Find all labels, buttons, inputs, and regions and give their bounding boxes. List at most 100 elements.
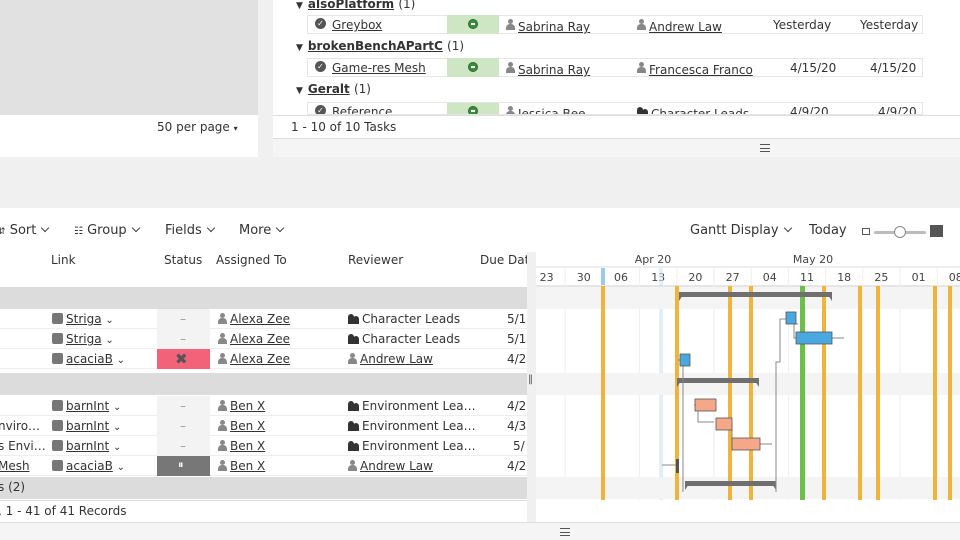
task-reviewer-link[interactable]: Character Leads bbox=[651, 107, 749, 114]
table-row[interactable]: nviro… barnInt ⌄ – Ben X Environment Lea… bbox=[0, 416, 527, 436]
group-button[interactable]: ☷ Group bbox=[74, 223, 140, 238]
milestone-line bbox=[933, 286, 937, 500]
status-cell[interactable]: – bbox=[157, 416, 210, 436]
table-row[interactable]: Striga ⌄ – Alexa Zee Character Leads 5/1 bbox=[0, 309, 527, 329]
per-page-select[interactable]: 50 per page ▾ bbox=[157, 120, 238, 134]
column-header-reviewer[interactable]: Reviewer bbox=[348, 253, 403, 267]
column-header-assigned[interactable]: Assigned To bbox=[216, 253, 287, 267]
zoom-out-icon[interactable] bbox=[862, 228, 870, 235]
status-cell[interactable]: – bbox=[157, 436, 210, 456]
group-icon bbox=[637, 106, 649, 114]
asset-icon bbox=[52, 440, 63, 451]
assigned-cell[interactable]: Ben X bbox=[230, 439, 265, 453]
person-icon bbox=[348, 353, 357, 364]
gantt-display-button[interactable]: Gantt Display bbox=[690, 223, 792, 238]
task-check-icon: ✓ bbox=[315, 105, 326, 114]
zoom-in-icon[interactable] bbox=[930, 225, 943, 237]
reviewer-cell[interactable]: Character Leads bbox=[362, 312, 460, 326]
day-label: 25 bbox=[874, 271, 888, 284]
grid-gantt-splitter[interactable]: ‖ bbox=[527, 252, 536, 500]
summary-bar bbox=[677, 378, 759, 383]
assigned-cell[interactable]: Alexa Zee bbox=[230, 352, 290, 366]
table-row[interactable]: Striga ⌄ – Alexa Zee Character Leads 5/1 bbox=[0, 329, 527, 349]
link-cell[interactable]: acaciaB bbox=[66, 459, 113, 473]
task-row[interactable]: ✓ Game-res Mesh Sabrina Ray Francesca Fr… bbox=[307, 58, 923, 77]
task-reviewer-link[interactable]: Andrew Law bbox=[649, 20, 722, 34]
column-header-status[interactable]: Status bbox=[164, 253, 202, 267]
sort-button[interactable]: ⇵ Sort bbox=[0, 223, 50, 238]
group-row[interactable] bbox=[0, 373, 527, 395]
assigned-cell[interactable]: Alexa Zee bbox=[230, 332, 290, 346]
reviewer-cell[interactable]: Character Leads bbox=[362, 332, 460, 346]
column-header-link[interactable]: Link bbox=[51, 253, 76, 267]
group-name[interactable]: brokenBenchAPartC bbox=[308, 39, 443, 53]
drag-handle-icon[interactable] bbox=[560, 528, 570, 536]
reviewer-cell[interactable]: Environment Lea… bbox=[362, 439, 476, 453]
task-status-cell[interactable] bbox=[447, 58, 499, 77]
link-cell[interactable]: barnInt bbox=[66, 439, 109, 453]
task-assigned-link[interactable]: Sabrina Ray bbox=[518, 20, 590, 34]
task-row[interactable]: ✓ Reference Jessica Bee Character Leads … bbox=[307, 102, 923, 115]
status-cell[interactable]: – bbox=[157, 396, 210, 416]
task-assigned-link[interactable]: Sabrina Ray bbox=[518, 63, 590, 77]
fields-button[interactable]: Fields bbox=[165, 223, 216, 238]
task-name-link[interactable]: Greybox bbox=[332, 18, 382, 32]
reviewer-cell[interactable]: Environment Lea… bbox=[362, 419, 476, 433]
task-row[interactable]: ✓ Greybox Sabrina Ray Andrew Law Yesterd… bbox=[307, 15, 923, 34]
reviewer-cell[interactable]: Andrew Law bbox=[360, 352, 433, 366]
assigned-cell[interactable]: Ben X bbox=[230, 459, 265, 473]
asset-icon bbox=[52, 420, 63, 431]
panel-resize-bar[interactable] bbox=[273, 138, 960, 157]
name-cell[interactable]: s Envi… bbox=[0, 439, 46, 453]
column-header-due-date[interactable]: Due Dat bbox=[480, 253, 529, 267]
task-start-date: 4/15/20 bbox=[790, 61, 837, 75]
link-cell[interactable]: barnInt bbox=[66, 419, 109, 433]
assigned-cell[interactable]: Ben X bbox=[230, 419, 265, 433]
table-row[interactable]: Mesh acaciaB ⌄ ⏸ Ben X Andrew Law 4/2 bbox=[0, 456, 527, 476]
status-cell[interactable]: – bbox=[157, 309, 210, 329]
name-cell[interactable]: nviro… bbox=[0, 419, 40, 433]
table-row[interactable]: s Envi… barnInt ⌄ – Ben X Environment Le… bbox=[0, 436, 527, 456]
task-status-cell[interactable] bbox=[447, 103, 499, 114]
task-bar bbox=[694, 398, 717, 412]
gantt-footer bbox=[536, 500, 960, 522]
assigned-cell[interactable]: Alexa Zee bbox=[230, 312, 290, 326]
link-cell[interactable]: barnInt bbox=[66, 399, 109, 413]
table-row[interactable]: barnInt ⌄ – Ben X Environment Lea… 4/2 bbox=[0, 396, 527, 416]
task-status-cell[interactable] bbox=[447, 15, 499, 34]
drag-handle-icon[interactable] bbox=[760, 144, 770, 152]
more-button[interactable]: More bbox=[239, 223, 285, 238]
name-cell[interactable]: Mesh bbox=[0, 459, 30, 473]
link-cell[interactable]: Striga bbox=[66, 312, 102, 326]
group-name[interactable]: Geralt bbox=[308, 82, 350, 96]
reviewer-cell[interactable]: Environment Lea… bbox=[362, 399, 476, 413]
omit-icon: ✖ bbox=[175, 350, 188, 368]
gantt-group-row bbox=[536, 287, 960, 309]
status-cell[interactable]: – bbox=[157, 329, 210, 349]
day-label: 13 bbox=[651, 271, 665, 284]
group-row[interactable] bbox=[0, 287, 527, 309]
assigned-cell[interactable]: Ben X bbox=[230, 399, 265, 413]
task-name-link[interactable]: Game-res Mesh bbox=[332, 61, 426, 75]
table-row[interactable]: acaciaB ⌄ ✖ Alexa Zee Andrew Law 4/2 bbox=[0, 349, 527, 369]
link-cell[interactable]: acaciaB bbox=[66, 352, 113, 366]
reviewer-cell[interactable]: Andrew Law bbox=[360, 459, 433, 473]
gantt-canvas[interactable]: Apr 20 May 20 23 30 06 13 20 27 04 11 18 25 01 08 bbox=[536, 252, 960, 500]
task-group-header[interactable]: ▼ Geralt (1) bbox=[296, 82, 371, 96]
status-cell-omit[interactable]: ✖ bbox=[157, 349, 210, 369]
group-name[interactable]: alsoPlatform bbox=[308, 0, 394, 11]
task-reviewer-link[interactable]: Francesca Franco bbox=[649, 63, 753, 77]
zoom-slider-handle[interactable] bbox=[894, 226, 906, 238]
group-row[interactable]: s (2) bbox=[0, 477, 527, 499]
panel-resize-bar[interactable] bbox=[0, 522, 960, 540]
task-group-header[interactable]: ▼ alsoPlatform (1) bbox=[296, 0, 415, 11]
group-count: (1) bbox=[398, 0, 416, 11]
task-assigned-link[interactable]: Jessica Bee bbox=[518, 107, 586, 114]
link-cell[interactable]: Striga bbox=[66, 332, 102, 346]
status-cell-hold[interactable]: ⏸ bbox=[157, 456, 210, 476]
task-group-header[interactable]: ▼ brokenBenchAPartC (1) bbox=[296, 39, 464, 53]
task-name-link[interactable]: Reference bbox=[332, 105, 392, 114]
today-button[interactable]: Today bbox=[809, 223, 847, 238]
more-label: More bbox=[239, 223, 272, 238]
gantt-chart[interactable]: Apr 20 May 20 23 30 06 13 20 27 04 11 18 25 01 08 bbox=[536, 252, 960, 500]
